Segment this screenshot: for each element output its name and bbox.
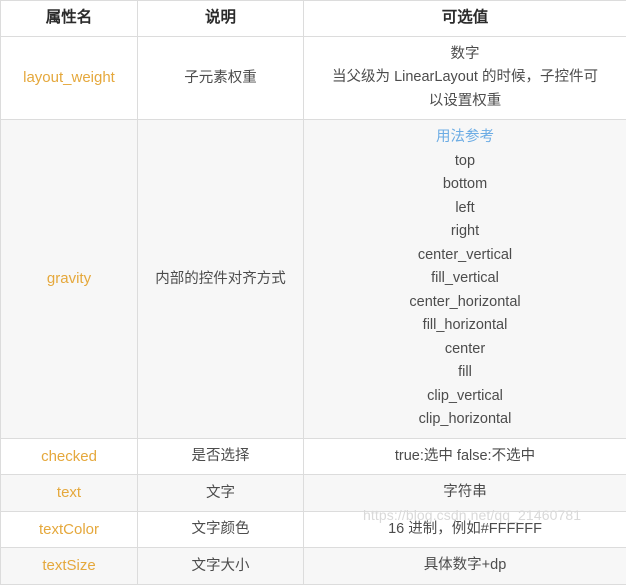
cell-attribute-name: textSize xyxy=(1,548,138,584)
table-row: layout_weight 子元素权重数字当父级为 LinearLayout 的时… xyxy=(1,37,626,120)
cell-description: 文字颜色 xyxy=(138,511,304,547)
cell-optional-values: 16 进制，例如#FFFFFF xyxy=(304,511,626,547)
value-line: bottom xyxy=(312,173,618,196)
attribute-name-text: textSize xyxy=(42,557,95,574)
cell-description: 内部的控件对齐方式 xyxy=(138,120,304,438)
column-header-optional-values: 可选值 xyxy=(304,1,626,37)
value-line: left xyxy=(312,197,618,220)
cell-attribute-name: checked xyxy=(1,438,138,474)
attribute-table-container: 属性名 说明 可选值 layout_weight 子元素权重数字当父级为 Line… xyxy=(0,0,626,535)
value-line: true:选中 false:不选中 xyxy=(312,445,618,468)
cell-attribute-name: layout_weight xyxy=(1,37,138,120)
value-line: clip_vertical xyxy=(312,385,618,408)
value-line: fill_vertical xyxy=(312,267,618,290)
cell-optional-values: 具体数字+dp xyxy=(304,548,626,584)
cell-description: 是否选择 xyxy=(138,438,304,474)
table-header: 属性名 说明 可选值 xyxy=(1,1,626,37)
value-line: 字符串 xyxy=(312,481,618,504)
value-line: 数字 xyxy=(312,43,618,66)
value-line: 当父级为 LinearLayout 的时候，子控件可 xyxy=(312,66,618,89)
value-line-list: 具体数字+dp xyxy=(312,554,618,577)
table-row: textSize 文字大小具体数字+dp xyxy=(1,548,626,584)
cell-attribute-name: textColor xyxy=(1,511,138,547)
table-row: textColor 文字颜色 16 进制，例如#FFFFFF xyxy=(1,511,626,547)
cell-attribute-name: text xyxy=(1,475,138,511)
table-body: layout_weight 子元素权重数字当父级为 LinearLayout 的时… xyxy=(1,37,626,585)
table-header-row: 属性名 说明 可选值 xyxy=(1,1,626,37)
android-attribute-table: 属性名 说明 可选值 layout_weight 子元素权重数字当父级为 Line… xyxy=(0,0,626,585)
column-header-attribute-name: 属性名 xyxy=(1,1,138,37)
value-line: 具体数字+dp xyxy=(312,554,618,577)
value-line-list: 数字当父级为 LinearLayout 的时候，子控件可以设置权重 xyxy=(312,43,618,113)
attribute-name-text: layout_weight xyxy=(23,69,115,86)
value-line: fill xyxy=(312,361,618,384)
value-line: fill_horizontal xyxy=(312,314,618,337)
cell-optional-values: 字符串 xyxy=(304,475,626,511)
value-line-list: true:选中 false:不选中 xyxy=(312,445,618,468)
cell-optional-values: true:选中 false:不选中 xyxy=(304,438,626,474)
attribute-name-text: checked xyxy=(41,448,97,465)
attribute-name-text: text xyxy=(57,484,81,501)
value-line: right xyxy=(312,220,618,243)
value-line: top xyxy=(312,150,618,173)
cell-optional-values: 用法参考topbottomleftrightcenter_verticalfil… xyxy=(304,120,626,438)
table-row: text 文字字符串 xyxy=(1,475,626,511)
usage-reference-link[interactable]: 用法参考 xyxy=(312,126,618,149)
cell-optional-values: 数字当父级为 LinearLayout 的时候，子控件可以设置权重 xyxy=(304,37,626,120)
cell-description: 子元素权重 xyxy=(138,37,304,120)
value-line-list: 16 进制，例如#FFFFFF xyxy=(312,518,618,541)
attribute-name-text: textColor xyxy=(39,521,99,538)
value-line-list: 字符串 xyxy=(312,481,618,504)
column-header-description: 说明 xyxy=(138,1,304,37)
cell-description: 文字 xyxy=(138,475,304,511)
value-line: center_horizontal xyxy=(312,291,618,314)
value-line: center_vertical xyxy=(312,244,618,267)
value-line: clip_horizontal xyxy=(312,408,618,431)
value-line: 16 进制，例如#FFFFFF xyxy=(312,518,618,541)
table-row: checked 是否选择 true:选中 false:不选中 xyxy=(1,438,626,474)
cell-attribute-name: gravity xyxy=(1,120,138,438)
table-row: gravity内部的控件对齐方式用法参考topbottomleftrightce… xyxy=(1,120,626,438)
value-line: 以设置权重 xyxy=(312,90,618,113)
cell-description: 文字大小 xyxy=(138,548,304,584)
attribute-name-text: gravity xyxy=(47,270,91,287)
value-line: center xyxy=(312,338,618,361)
value-line-list: 用法参考topbottomleftrightcenter_verticalfil… xyxy=(312,126,618,431)
